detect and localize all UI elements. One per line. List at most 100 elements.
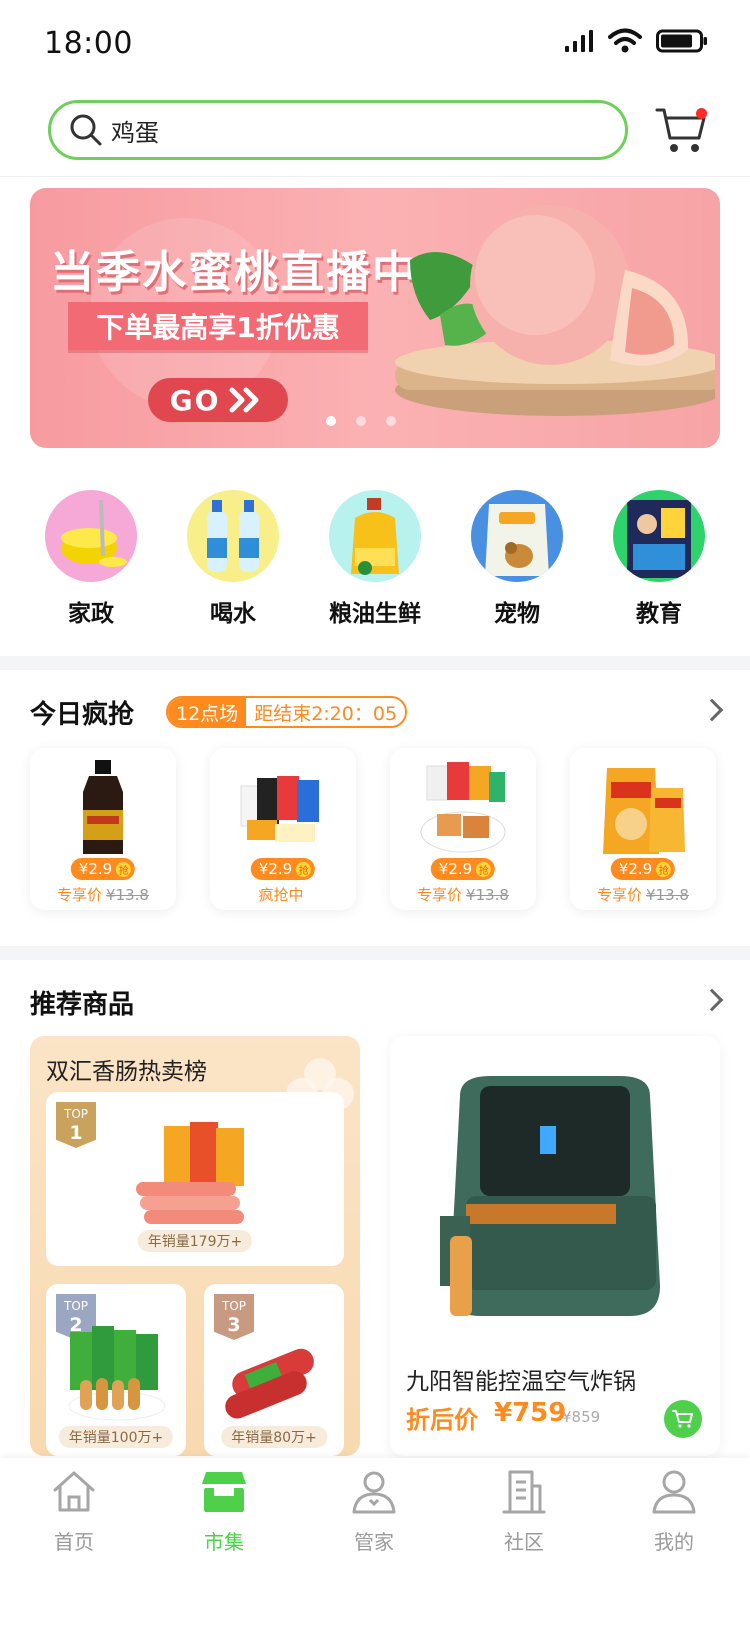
tab-market[interactable]: 市集 xyxy=(174,1468,274,1555)
signal-icon xyxy=(565,30,593,52)
rank-item-3[interactable]: TOP 3 年销量80万+ xyxy=(204,1284,344,1456)
spicy-tofu-image xyxy=(420,762,506,853)
sausage-ranking-card[interactable]: 双汇香肠热卖榜 TOP 1 年销量179万+ TOP 2 年销量100万+ TOP 3… xyxy=(30,1036,360,1456)
flash-deal-card[interactable]: ¥2.9 抢 专享价 ¥13.8 xyxy=(570,748,716,910)
deal-tag-label: 专享价 xyxy=(57,886,103,904)
pet-food-icon xyxy=(471,490,563,582)
flash-sale-countdown: 距结束2:20：05 xyxy=(246,698,406,726)
flash-sale-timer: 12点场 距结束2:20：05 xyxy=(166,696,408,728)
deal-price: ¥2.9 抢 xyxy=(70,858,136,880)
product-card-air-fryer[interactable]: 九阳智能控温空气炸锅 折后价 ¥759 ¥859 xyxy=(390,1036,720,1456)
add-to-cart-button[interactable] xyxy=(664,1400,702,1438)
air-fryer-image xyxy=(440,1076,660,1316)
category-label: 粮油生鲜 xyxy=(329,601,421,627)
deal-price: ¥2.9 抢 xyxy=(250,858,316,880)
category-label: 喝水 xyxy=(210,601,256,627)
snack-bundle-image xyxy=(240,776,319,842)
promo-banner[interactable]: 当季水蜜桃直播中 下单最高享1折优惠 GO xyxy=(30,188,720,448)
search-icon xyxy=(70,114,102,146)
rank-badge-number: 3 xyxy=(227,1314,241,1336)
tab-butler[interactable]: 管家 xyxy=(324,1468,424,1555)
section-divider xyxy=(0,946,750,960)
recommended-title: 推荐商品 xyxy=(30,990,135,1020)
deal-price-value: ¥2.9 xyxy=(258,860,293,878)
chips-image xyxy=(603,768,685,854)
banner-title: 当季水蜜桃直播中 xyxy=(50,247,418,298)
rank-badge-label: TOP xyxy=(63,1107,88,1121)
pagination-dot[interactable] xyxy=(356,416,366,426)
rank-sales: 年销量100万+ xyxy=(58,1426,174,1448)
deal-price-value: ¥2.9 xyxy=(78,860,113,878)
search-value: 鸡蛋 xyxy=(111,118,159,147)
rank-badge: TOP 1 xyxy=(56,1102,96,1148)
sausage-pack-image xyxy=(136,1122,244,1224)
deal-tag-label: 专享价 xyxy=(597,886,643,904)
tab-profile[interactable]: 我的 xyxy=(624,1468,724,1555)
tab-label: 社区 xyxy=(504,1530,544,1554)
double-chevron-icon xyxy=(229,387,259,413)
grab-badge: 抢 xyxy=(476,861,492,877)
tab-home[interactable]: 首页 xyxy=(24,1468,124,1555)
deal-tag-label: 疯抢中 xyxy=(258,886,304,904)
flash-sale-session: 12点场 xyxy=(168,698,247,726)
deal-tag: 专享价 ¥13.8 xyxy=(570,884,716,905)
category-housekeeping[interactable]: 家政 xyxy=(20,490,162,628)
pagination-dot[interactable] xyxy=(326,416,336,426)
soy-sauce-image xyxy=(83,760,123,854)
divider xyxy=(0,176,750,177)
deal-price-value: ¥2.9 xyxy=(618,860,653,878)
rank-sales: 年销量80万+ xyxy=(221,1426,327,1448)
peach-illustration xyxy=(395,205,715,416)
product-price: ¥759 xyxy=(494,1398,567,1428)
wifi-icon xyxy=(608,28,642,53)
rank-item-1[interactable]: TOP 1 年销量179万+ xyxy=(46,1092,344,1266)
status-time: 18:00 xyxy=(44,26,133,61)
category-label: 宠物 xyxy=(494,601,540,627)
cart-notification-dot xyxy=(696,108,707,119)
deal-original-price: ¥13.8 xyxy=(106,886,149,904)
tab-community[interactable]: 社区 xyxy=(474,1468,574,1555)
ham-sausage-image xyxy=(225,1348,314,1419)
banner-go-label: GO xyxy=(169,383,221,417)
tab-label: 我的 xyxy=(654,1530,694,1554)
deal-original-price: ¥13.8 xyxy=(466,886,509,904)
search-input[interactable]: 鸡蛋 xyxy=(48,100,628,160)
ranking-title: 双汇香肠热卖榜 xyxy=(46,1059,207,1085)
category-education[interactable]: 教育 xyxy=(588,490,730,628)
section-divider xyxy=(0,656,750,670)
pagination-dot[interactable] xyxy=(386,416,396,426)
deal-tag: 专享价 ¥13.8 xyxy=(390,884,536,905)
tab-label: 管家 xyxy=(354,1530,394,1554)
deal-original-price: ¥13.8 xyxy=(646,886,689,904)
search-row: 鸡蛋 xyxy=(0,100,750,168)
flash-deal-card[interactable]: ¥2.9 抢 疯抢中 xyxy=(210,748,356,910)
rank-item-2[interactable]: TOP 2 年销量100万+ xyxy=(46,1284,186,1456)
banner-subtitle: 下单最高享1折优惠 xyxy=(68,302,368,350)
recommended-more-chevron-icon[interactable] xyxy=(700,988,724,1012)
butler-icon xyxy=(352,1471,396,1514)
flash-deal-card[interactable]: ¥2.9 抢 专享价 ¥13.8 xyxy=(390,748,536,910)
tab-label: 首页 xyxy=(54,1530,94,1554)
rank-badge-number: 1 xyxy=(69,1122,83,1144)
water-bottles-icon xyxy=(187,490,279,582)
rank-badge-label: TOP xyxy=(63,1299,88,1313)
education-book-icon xyxy=(613,490,705,582)
tab-label: 市集 xyxy=(204,1530,244,1554)
cart-button[interactable] xyxy=(655,104,707,158)
category-label: 家政 xyxy=(68,601,114,627)
deal-tag: 专享价 ¥13.8 xyxy=(30,884,176,905)
home-icon xyxy=(53,1471,95,1512)
banner-go-button[interactable]: GO xyxy=(148,378,288,422)
grab-badge: 抢 xyxy=(656,861,672,877)
rank-sales: 年销量179万+ xyxy=(137,1230,253,1252)
mop-bucket-icon xyxy=(45,490,137,582)
product-name: 九阳智能控温空气炸锅 xyxy=(406,1369,636,1395)
category-pets[interactable]: 宠物 xyxy=(446,490,588,628)
category-grain-oil-fresh[interactable]: 粮油生鲜 xyxy=(304,490,446,628)
battery-icon xyxy=(656,29,707,53)
deal-price: ¥2.9 抢 xyxy=(610,858,676,880)
flash-deal-card[interactable]: ¥2.9 抢 专享价 ¥13.8 xyxy=(30,748,176,910)
deal-tag-label: 专享价 xyxy=(417,886,463,904)
flash-sale-more-chevron-icon[interactable] xyxy=(700,698,724,722)
category-water[interactable]: 喝水 xyxy=(162,490,304,628)
